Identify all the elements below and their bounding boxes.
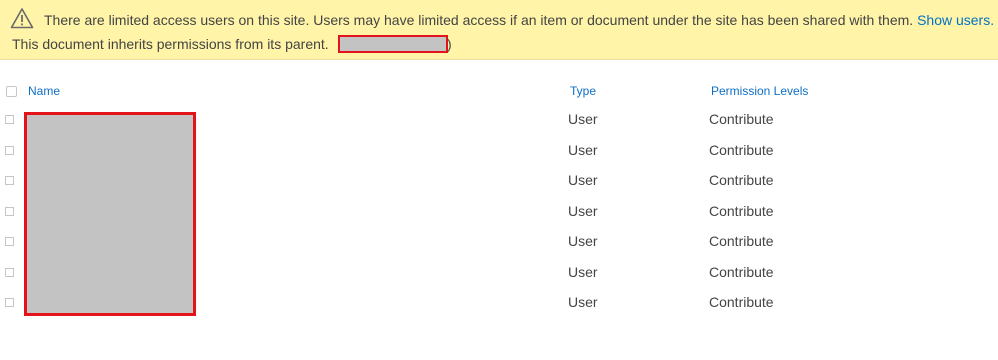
column-header-type[interactable]: Type — [570, 84, 596, 98]
cell-permission-level: Contribute — [709, 294, 774, 310]
cell-type: User — [568, 294, 598, 310]
redacted-parent-link — [338, 35, 448, 53]
row-checkbox[interactable] — [5, 237, 14, 246]
cell-permission-level: Contribute — [709, 233, 774, 249]
row-checkbox[interactable] — [5, 115, 14, 124]
closing-parenthesis: ) — [447, 36, 452, 52]
column-header-name[interactable]: Name — [28, 84, 60, 98]
cell-type: User — [568, 202, 598, 219]
cell-type: User — [568, 172, 598, 188]
cell-type: User — [568, 141, 598, 158]
show-users-link[interactable]: Show users. — [917, 12, 994, 28]
row-checkbox[interactable] — [5, 267, 14, 277]
cell-permission-level: Contribute — [709, 172, 774, 188]
cell-permission-level: Contribute — [709, 202, 774, 219]
warning-icon — [10, 8, 34, 29]
cell-permission-level: Contribute — [709, 111, 774, 127]
row-checkbox[interactable] — [5, 206, 14, 216]
row-checkbox[interactable] — [5, 298, 14, 307]
redacted-user-names — [24, 112, 196, 316]
limited-access-notice-banner: There are limited access users on this s… — [0, 0, 998, 60]
row-checkbox[interactable] — [5, 176, 14, 185]
row-checkbox[interactable] — [5, 145, 14, 155]
cell-permission-level: Contribute — [709, 263, 774, 280]
select-all-checkbox[interactable] — [6, 86, 17, 97]
cell-type: User — [568, 111, 598, 127]
column-header-permission-levels[interactable]: Permission Levels — [711, 84, 808, 98]
cell-type: User — [568, 263, 598, 280]
inherit-permissions-text: This document inherits permissions from … — [12, 36, 329, 52]
limited-access-text: There are limited access users on this s… — [44, 12, 914, 28]
cell-type: User — [568, 233, 598, 249]
limited-access-message: There are limited access users on this s… — [44, 12, 994, 28]
cell-permission-level: Contribute — [709, 141, 774, 158]
